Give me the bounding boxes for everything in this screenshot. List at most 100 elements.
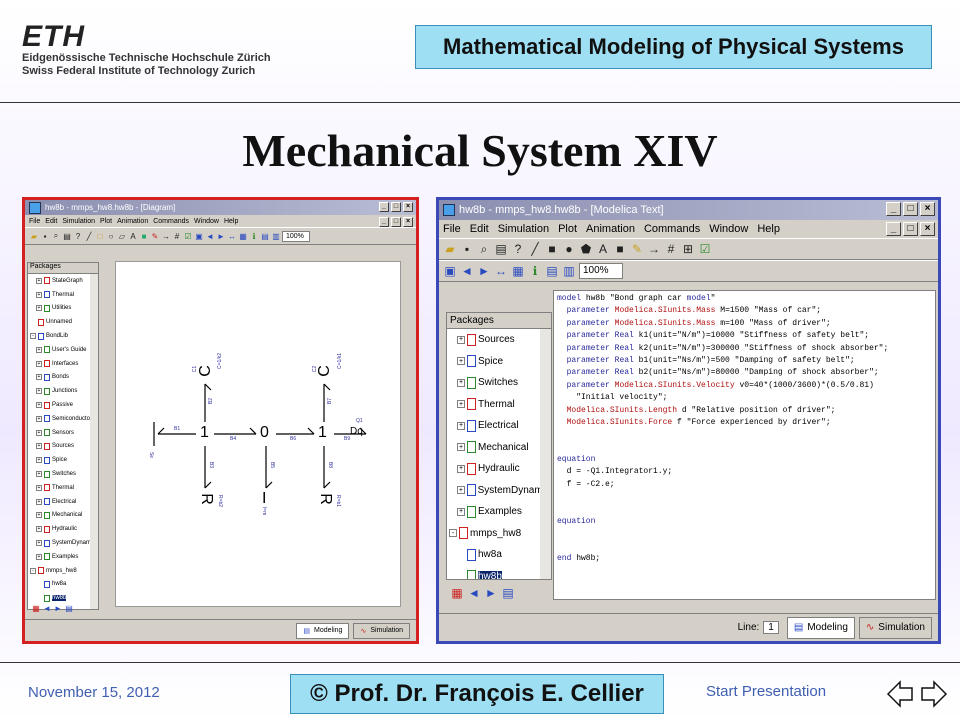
line-color-icon[interactable]: ✎ bbox=[150, 231, 160, 241]
junction-0[interactable]: 0 bbox=[260, 424, 269, 442]
print-icon[interactable]: ▤ bbox=[494, 242, 508, 256]
tree-item-mechanical[interactable]: + Mechanical bbox=[447, 437, 551, 459]
menu-help[interactable]: Help bbox=[757, 223, 780, 235]
tree-item-bonds[interactable]: + Bonds bbox=[28, 371, 98, 385]
tree-item-stategraph[interactable]: + StateGraph bbox=[28, 274, 98, 288]
component-icon[interactable]: ▣ bbox=[443, 264, 457, 278]
text-tool-icon[interactable]: A bbox=[128, 231, 138, 241]
tree-item-hw8b[interactable]: hw8b bbox=[447, 566, 551, 579]
fill-color-icon[interactable]: ■ bbox=[613, 242, 627, 256]
tree-list-icon[interactable]: ▤ bbox=[64, 603, 74, 613]
tree-item-utilities[interactable]: + Utilities bbox=[28, 302, 98, 316]
tree-scrollbar[interactable] bbox=[90, 274, 98, 609]
tree-item-hydraulic[interactable]: + Hydraulic bbox=[447, 458, 551, 480]
tree-item-spice[interactable]: + Spice bbox=[447, 351, 551, 373]
menu-plot[interactable]: Plot bbox=[100, 218, 112, 225]
tree-item-spice[interactable]: + Spice bbox=[28, 453, 98, 467]
tree-item-thermal[interactable]: + Thermal bbox=[28, 481, 98, 495]
line-color-icon[interactable]: ✎ bbox=[630, 242, 644, 256]
tree-item-interfaces[interactable]: + Interfaces bbox=[28, 357, 98, 371]
collapse-icon[interactable]: - bbox=[30, 567, 36, 574]
menu-help[interactable]: Help bbox=[224, 218, 238, 225]
line-tool-icon[interactable]: ╱ bbox=[84, 231, 94, 241]
maximize-button[interactable]: □ bbox=[903, 202, 918, 216]
connect-icon[interactable]: ↔ bbox=[227, 231, 237, 241]
tree-item-mmps-hw8[interactable]: - mmps_hw8 bbox=[447, 523, 551, 545]
expand-icon[interactable]: + bbox=[36, 305, 42, 312]
ellipse-tool-icon[interactable]: ○ bbox=[106, 231, 116, 241]
capacitor-c1[interactable]: C bbox=[197, 365, 215, 377]
tree-item-sources[interactable]: + Sources bbox=[28, 440, 98, 454]
modeling-tab[interactable]: ▤ Modeling bbox=[296, 622, 350, 639]
rectangle-tool-icon[interactable]: □ bbox=[95, 231, 105, 241]
close-button[interactable]: × bbox=[403, 202, 413, 212]
simulation-tab[interactable]: ∿ Simulation bbox=[353, 622, 410, 639]
forward-icon[interactable]: ► bbox=[477, 264, 491, 278]
tree-item-mmps-hw8[interactable]: - mmps_hw8 bbox=[28, 564, 98, 578]
simulation-tab[interactable]: ∿ Simulation bbox=[858, 616, 932, 639]
collapse-icon[interactable]: - bbox=[449, 529, 457, 538]
zoom-select[interactable]: 100% bbox=[282, 230, 310, 242]
tree-scrollbar[interactable] bbox=[540, 329, 551, 579]
icon-layer-icon[interactable]: ▥ bbox=[562, 264, 576, 278]
tree-item-semiconductors[interactable]: + Semiconductors bbox=[28, 412, 98, 426]
mdi-close-button[interactable]: × bbox=[920, 222, 935, 236]
expand-icon[interactable]: + bbox=[457, 378, 465, 387]
search-icon[interactable]: ⌕ bbox=[51, 231, 61, 241]
tree-item-sensors[interactable]: + Sensors bbox=[28, 426, 98, 440]
menu-file[interactable]: File bbox=[29, 218, 40, 225]
mdi-minimize-button[interactable]: _ bbox=[886, 222, 901, 236]
line-tool-icon[interactable]: ╱ bbox=[528, 242, 542, 256]
expand-icon[interactable]: + bbox=[457, 335, 465, 344]
minimize-button[interactable]: _ bbox=[886, 202, 901, 216]
dq-sensor[interactable]: Dq bbox=[350, 426, 363, 437]
tree-item-mechanical[interactable]: + Mechanical bbox=[28, 509, 98, 523]
expand-icon[interactable]: + bbox=[36, 429, 42, 436]
text-tool-icon[interactable]: A bbox=[596, 242, 610, 256]
open-icon[interactable]: ▰ bbox=[29, 231, 39, 241]
tree-forward-icon[interactable]: ► bbox=[53, 603, 63, 613]
capacitor-c2[interactable]: C bbox=[316, 365, 334, 377]
menu-file[interactable]: File bbox=[443, 223, 461, 235]
mdi-restore-button[interactable]: □ bbox=[391, 217, 401, 227]
expand-icon[interactable]: + bbox=[36, 526, 42, 533]
package-icon[interactable]: ▦ bbox=[450, 586, 464, 600]
expand-icon[interactable]: + bbox=[36, 402, 42, 409]
tree-item-passive[interactable]: + Passive bbox=[28, 398, 98, 412]
save-icon[interactable]: ▪ bbox=[40, 231, 50, 241]
expand-icon[interactable]: + bbox=[36, 374, 42, 381]
expand-icon[interactable]: + bbox=[36, 360, 42, 367]
back-icon[interactable]: ◄ bbox=[205, 231, 215, 241]
mdi-minimize-button[interactable]: _ bbox=[379, 217, 389, 227]
tree-item-unnamed[interactable]: Unnamed bbox=[28, 315, 98, 329]
expand-icon[interactable]: + bbox=[36, 512, 42, 519]
tree-list-icon[interactable]: ▤ bbox=[501, 586, 515, 600]
ellipse-tool-icon[interactable]: ● bbox=[562, 242, 576, 256]
expand-icon[interactable]: + bbox=[457, 464, 465, 473]
grid-icon[interactable]: # bbox=[172, 231, 182, 241]
tree-item-switches[interactable]: + Switches bbox=[447, 372, 551, 394]
expand-icon[interactable]: + bbox=[457, 357, 465, 366]
back-arrow-icon[interactable] bbox=[884, 676, 916, 712]
align-icon[interactable]: ⊞ bbox=[681, 242, 695, 256]
expand-icon[interactable]: + bbox=[457, 486, 465, 495]
modelica-code-editor[interactable]: model hw8b "Bond graph car model" parame… bbox=[553, 290, 936, 600]
diagram-layer-icon[interactable]: ▦ bbox=[511, 264, 525, 278]
tree-item-bondlib[interactable]: - BondLib bbox=[28, 329, 98, 343]
tree-item-junctions[interactable]: + Junctions bbox=[28, 384, 98, 398]
expand-icon[interactable]: + bbox=[36, 388, 42, 395]
start-presentation-link[interactable]: Start Presentation bbox=[706, 683, 826, 700]
tree-item-examples[interactable]: + Examples bbox=[28, 550, 98, 564]
menu-plot[interactable]: Plot bbox=[558, 223, 577, 235]
arrow-style-icon[interactable]: → bbox=[161, 231, 171, 241]
menu-simulation[interactable]: Simulation bbox=[62, 218, 95, 225]
tree-item-user-s-guide[interactable]: + User's Guide bbox=[28, 343, 98, 357]
menu-edit[interactable]: Edit bbox=[45, 218, 57, 225]
diagram-canvas[interactable]: 1 0 1 C C R R I Dq C=1/k2 C=1/k1 C1 C2 R… bbox=[115, 261, 401, 607]
tree-item-systemdynam-[interactable]: + SystemDynam... bbox=[447, 480, 551, 502]
expand-icon[interactable]: + bbox=[36, 291, 42, 298]
fill-color-icon[interactable]: ■ bbox=[139, 231, 149, 241]
expand-icon[interactable]: + bbox=[457, 400, 465, 409]
check-icon[interactable]: ☑ bbox=[698, 242, 712, 256]
expand-icon[interactable]: + bbox=[36, 457, 42, 464]
